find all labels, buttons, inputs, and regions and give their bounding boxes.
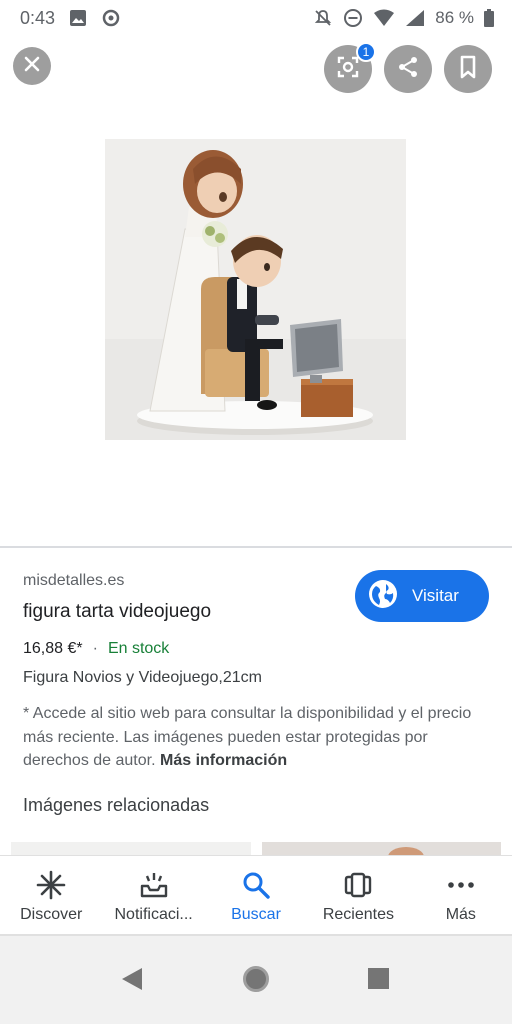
search-icon [241, 870, 271, 900]
more-info-link[interactable]: Más información [160, 752, 287, 769]
battery-icon [484, 9, 494, 27]
status-bar: 0:43 86 % [0, 0, 512, 36]
related-thumbnail[interactable] [262, 842, 501, 856]
more-icon [446, 870, 476, 900]
nav-recents[interactable]: Recientes [307, 856, 409, 935]
nav-more[interactable]: Más [410, 856, 512, 935]
lens-icon [336, 55, 360, 84]
cast-icon [101, 9, 121, 27]
visit-label: Visitar [412, 586, 459, 605]
sheet-divider [0, 546, 512, 548]
stock-status: En stock [107, 640, 170, 657]
signal-icon [405, 9, 425, 27]
nav-search[interactable]: Buscar [205, 856, 307, 935]
image-icon [69, 9, 87, 27]
share-button[interactable] [384, 45, 432, 93]
nav-label: Más [445, 906, 476, 923]
disclaimer: * Accede al sitio web para consultar la … [23, 702, 493, 773]
nav-label: Discover [20, 906, 83, 923]
mute-icon [313, 8, 333, 28]
close-icon [23, 55, 41, 78]
dnd-icon [343, 8, 363, 28]
item-title[interactable]: figura tarta videojuego [23, 601, 211, 623]
related-thumbnail[interactable] [11, 842, 251, 856]
lens-badge: 1 [356, 42, 376, 62]
nav-label: Buscar [231, 906, 281, 923]
inbox-icon [139, 870, 169, 900]
globe-icon [368, 579, 398, 614]
asterisk-icon [36, 870, 66, 900]
wifi-icon [373, 9, 395, 27]
price-row: 16,88 €* · En stock [23, 640, 169, 658]
back-icon [120, 968, 144, 996]
price: 16,88 €* [23, 640, 83, 657]
save-button[interactable] [444, 45, 492, 93]
nav-notifications[interactable]: Notificaci... [102, 856, 204, 935]
bookmark-icon [458, 55, 478, 84]
status-time: 0:43 [20, 7, 56, 28]
visit-button[interactable]: Visitar [355, 570, 489, 622]
site-name[interactable]: misdetalles.es [23, 572, 124, 590]
nav-label: Recientes [322, 906, 394, 923]
related-images-heading: Imágenes relacionadas [23, 795, 210, 815]
nav-discover[interactable]: Discover [0, 856, 102, 935]
home-button[interactable] [243, 966, 269, 992]
battery-percent: 86 % [435, 8, 474, 27]
preview-image[interactable] [105, 139, 406, 440]
share-icon [396, 55, 420, 84]
separator-dot: · [92, 640, 98, 657]
overview-button[interactable] [368, 968, 389, 989]
close-button[interactable] [13, 47, 51, 85]
nav-label: Notificaci... [114, 906, 193, 923]
item-description: Figura Novios y Videojuego,21cm [23, 669, 262, 686]
bottom-nav: Discover Notificaci... Buscar Recientes … [0, 855, 512, 935]
back-button[interactable] [120, 966, 144, 997]
recents-icon [343, 870, 373, 900]
